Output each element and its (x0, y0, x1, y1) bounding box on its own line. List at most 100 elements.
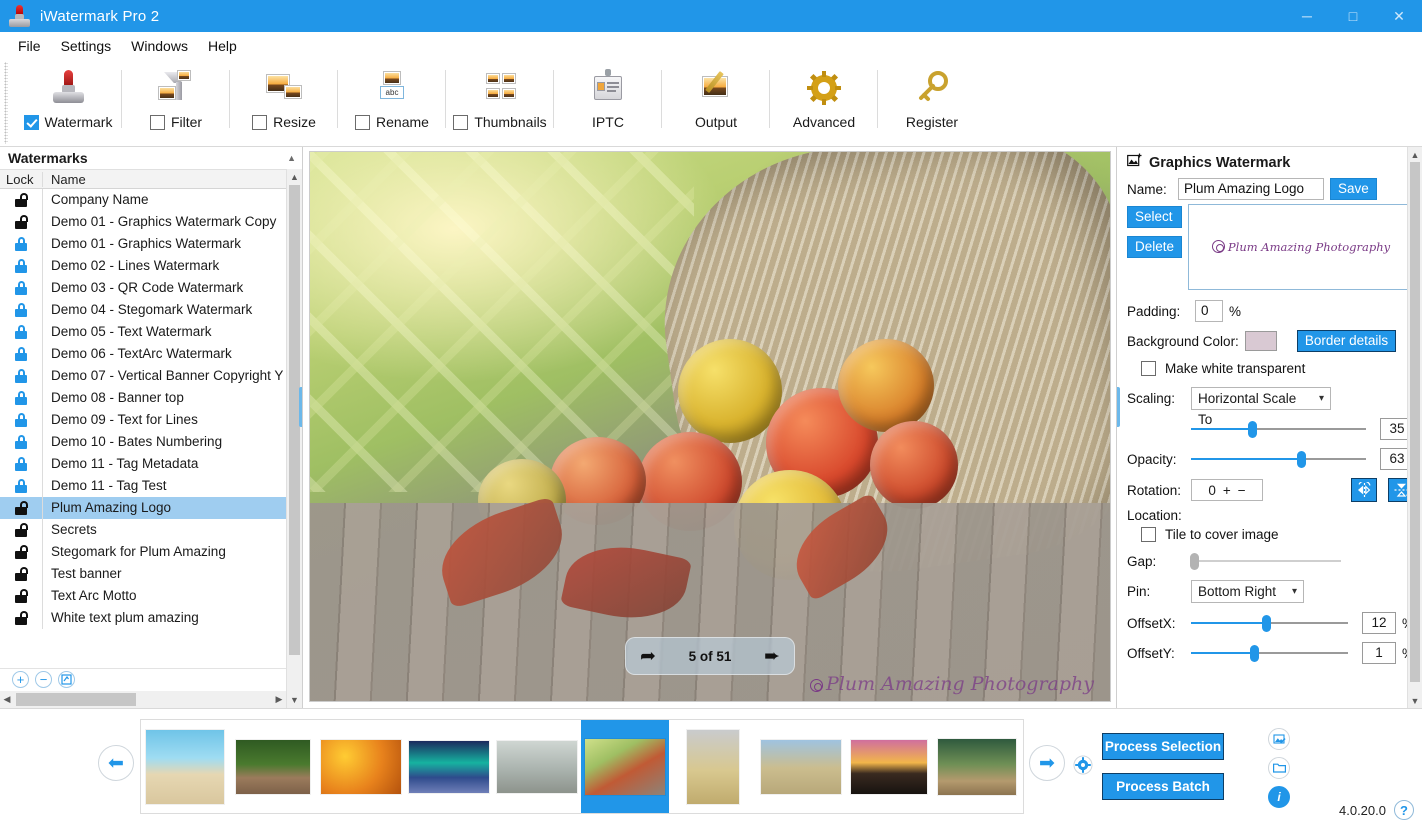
pin-select[interactable]: Bottom Right (1191, 580, 1304, 603)
toolbar-item-filter[interactable]: Filter (122, 60, 230, 144)
resize-checkbox[interactable] (252, 114, 268, 130)
lock-open-icon[interactable] (0, 523, 42, 537)
lock-closed-icon[interactable] (0, 237, 42, 251)
padding-input[interactable]: 0 (1195, 300, 1223, 322)
filmstrip-thumbnail[interactable] (581, 720, 669, 813)
toolbar-item-iptc[interactable]: IPTC (554, 60, 662, 144)
filmstrip-thumbnail[interactable] (493, 720, 581, 813)
arrow-left-circle-icon[interactable]: ⬅ (98, 745, 134, 781)
close-button[interactable]: ✕ (1376, 0, 1422, 32)
right-panel-scrollbar[interactable]: ▲ ▼ (1407, 147, 1422, 708)
right-splitter-handle[interactable] (1117, 387, 1120, 427)
offsetx-slider[interactable] (1191, 614, 1348, 632)
filmstrip-thumbnail[interactable] (757, 720, 845, 813)
remove-watermark-button[interactable]: − (35, 671, 52, 688)
lock-open-icon[interactable] (0, 501, 42, 515)
help-button[interactable]: ? (1394, 800, 1414, 820)
folder-icon[interactable] (1268, 757, 1290, 779)
background-color-swatch[interactable] (1244, 331, 1277, 351)
vscroll-down-arrow[interactable]: ▼ (287, 692, 302, 708)
process-batch-button[interactable]: Process Batch (1102, 773, 1224, 800)
minimize-button[interactable]: ─ (1284, 0, 1330, 32)
logo-preview[interactable]: Plum Amazing Photography (1188, 204, 1414, 290)
name-input[interactable]: Plum Amazing Logo (1178, 178, 1324, 200)
watermark-row[interactable]: Secrets (0, 519, 286, 541)
filter-checkbox[interactable] (149, 114, 165, 130)
watermark-row[interactable]: Stegomark for Plum Amazing (0, 541, 286, 563)
filmstrip-thumbnail[interactable] (405, 720, 493, 813)
watermark-row[interactable]: Demo 03 - QR Code Watermark (0, 277, 286, 299)
info-icon[interactable]: i (1268, 786, 1290, 808)
lock-closed-icon[interactable] (0, 413, 42, 427)
lock-closed-icon[interactable] (0, 259, 42, 273)
offsety-input[interactable]: 1 (1361, 642, 1396, 664)
gap-slider[interactable] (1190, 552, 1341, 570)
watermark-row[interactable]: Demo 10 - Bates Numbering (0, 431, 286, 453)
watermark-row[interactable]: Demo 01 - Graphics Watermark Copy (0, 211, 286, 233)
border-details-button[interactable]: Border details (1296, 330, 1397, 352)
lock-closed-icon[interactable] (0, 325, 42, 339)
watermark-row[interactable]: Demo 09 - Text for Lines (0, 409, 286, 431)
filmstrip[interactable] (140, 719, 1024, 814)
watermark-row[interactable]: Demo 11 - Tag Metadata (0, 453, 286, 475)
lock-closed-icon[interactable] (0, 369, 42, 383)
watermark-row[interactable]: Demo 04 - Stegomark Watermark (0, 299, 286, 321)
vscroll-up-arrow[interactable]: ▲ (287, 169, 302, 185)
left-splitter-handle[interactable] (299, 387, 302, 427)
toolbar-item-advanced[interactable]: Advanced (770, 60, 878, 144)
lock-open-icon[interactable] (0, 611, 42, 625)
toolbar-item-output[interactable]: Output (662, 60, 770, 144)
chevron-up-icon[interactable]: ▲ (287, 153, 296, 163)
lock-open-icon[interactable] (0, 193, 42, 207)
arrow-right-circle-icon[interactable]: ➡ (1029, 745, 1065, 781)
menu-item-help[interactable]: Help (198, 35, 247, 57)
lock-closed-icon[interactable] (0, 391, 42, 405)
watermark-checkbox[interactable] (23, 114, 39, 130)
filmstrip-thumbnail[interactable] (229, 720, 317, 813)
rotation-decrease-button[interactable]: − (1238, 483, 1246, 498)
lock-closed-icon[interactable] (0, 281, 42, 295)
watermark-row[interactable]: Demo 07 - Vertical Banner Copyright Y (0, 365, 286, 387)
save-button[interactable]: Save (1330, 178, 1377, 200)
toolbar-item-thumbnails[interactable]: Thumbnails (446, 60, 554, 144)
lock-open-icon[interactable] (0, 567, 42, 581)
lock-closed-icon[interactable] (0, 303, 42, 317)
menu-item-windows[interactable]: Windows (121, 35, 198, 57)
lock-open-icon[interactable] (0, 545, 42, 559)
filmstrip-thumbnail[interactable] (669, 720, 757, 813)
flip-horizontal-icon[interactable] (1351, 478, 1377, 502)
scale-slider[interactable] (1191, 420, 1366, 438)
maximize-button[interactable]: □ (1330, 0, 1376, 32)
watermark-row[interactable]: Company Name (0, 189, 286, 211)
right-vscroll-down-arrow[interactable]: ▼ (1408, 693, 1422, 708)
hscroll-thumb[interactable] (16, 693, 136, 706)
watermark-row[interactable]: Test banner (0, 563, 286, 585)
rotation-increase-button[interactable]: + (1223, 483, 1231, 498)
menu-item-file[interactable]: File (8, 35, 51, 57)
column-header-lock[interactable]: Lock (0, 172, 42, 187)
lock-closed-icon[interactable] (0, 457, 42, 471)
column-header-name[interactable]: Name (42, 171, 302, 187)
hscroll-left-arrow[interactable]: ◀ (0, 694, 14, 705)
tile-to-cover-checkbox[interactable] (1141, 527, 1156, 542)
menu-item-settings[interactable]: Settings (51, 35, 122, 57)
watermark-row[interactable]: Demo 11 - Tag Test (0, 475, 286, 497)
opacity-slider[interactable] (1191, 450, 1366, 468)
duplicate-watermark-button[interactable] (58, 671, 75, 688)
watermarks-horizontal-scrollbar[interactable]: ◀ ▶ (0, 691, 286, 708)
toolbar-item-watermark[interactable]: Watermark (14, 60, 122, 144)
toolbar-item-register[interactable]: Register (878, 60, 986, 144)
watermark-row[interactable]: Demo 05 - Text Watermark (0, 321, 286, 343)
filmstrip-thumbnail[interactable] (933, 720, 1021, 813)
hscroll-right-arrow[interactable]: ▶ (272, 694, 286, 705)
make-white-transparent-checkbox[interactable] (1141, 361, 1156, 376)
arrow-left-icon[interactable]: ➦ (640, 647, 656, 666)
arrow-right-icon[interactable]: ➨ (764, 647, 780, 666)
right-vscroll-up-arrow[interactable]: ▲ (1408, 147, 1422, 162)
rotation-stepper[interactable]: 0 + − (1191, 479, 1263, 501)
watermark-row[interactable]: Demo 02 - Lines Watermark (0, 255, 286, 277)
lock-open-icon[interactable] (0, 215, 42, 229)
filmstrip-settings-button[interactable] (1073, 755, 1093, 778)
filmstrip-thumbnail[interactable] (845, 720, 933, 813)
preview-image[interactable]: ➦ 5 of 51 ➨ Plum Amazing Photography (309, 151, 1111, 702)
